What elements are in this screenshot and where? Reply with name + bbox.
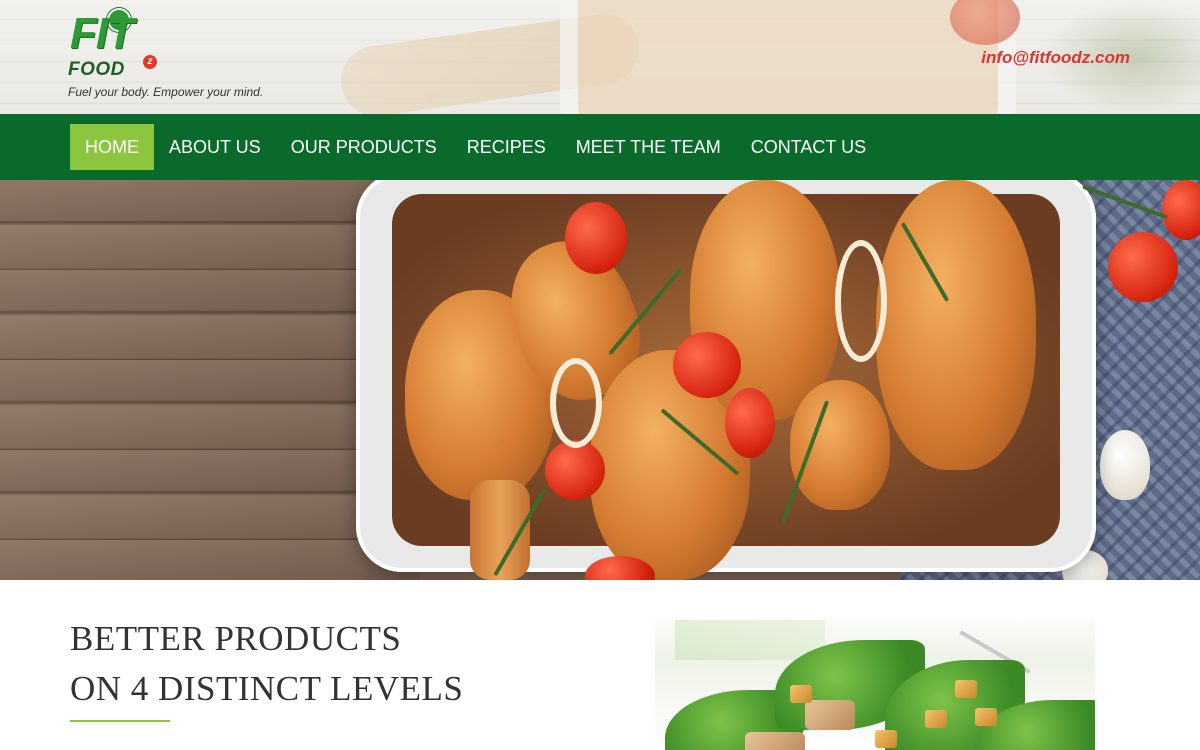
crouton	[790, 685, 812, 703]
contact-email-link[interactable]: info@fitfoodz.com	[981, 48, 1130, 68]
crouton	[875, 730, 897, 748]
section-headline: BETTER PRODUCTS ON 4 DISTINCT LEVELS	[70, 614, 463, 714]
nav-list: HOME ABOUT US OUR PRODUCTS RECIPES MEET …	[70, 124, 881, 170]
chicken-drumstick	[790, 380, 890, 510]
cherry-tomato	[725, 388, 775, 458]
nav-item-contact-us[interactable]: CONTACT US	[736, 124, 881, 170]
crouton	[955, 680, 977, 698]
logo-superscript: z	[143, 55, 157, 69]
chicken-drumstick	[876, 180, 1036, 470]
nav-item-recipes[interactable]: RECIPES	[452, 124, 561, 170]
intro-section: BETTER PRODUCTS ON 4 DISTINCT LEVELS	[0, 580, 1200, 750]
logo-tagline: Fuel your body. Empower your mind.	[68, 85, 264, 99]
site-header: FIT FOOD z Fuel your body. Empower your …	[0, 0, 1200, 114]
nav-item-about-us[interactable]: ABOUT US	[154, 124, 276, 170]
onion-ring	[835, 240, 887, 362]
chicken-piece	[745, 732, 805, 750]
crouton	[975, 708, 997, 726]
header-dish-decoration	[560, 0, 1016, 114]
garlic-clove	[1100, 430, 1150, 500]
headline-line-2: ON 4 DISTINCT LEVELS	[70, 669, 464, 708]
headline-divider	[70, 720, 170, 722]
cherry-tomato	[565, 202, 627, 274]
onion-ring	[550, 358, 602, 448]
cherry-tomato	[673, 332, 741, 398]
nav-item-meet-the-team[interactable]: MEET THE TEAM	[561, 124, 736, 170]
main-navigation: HOME ABOUT US OUR PRODUCTS RECIPES MEET …	[0, 114, 1200, 180]
chicken-piece	[805, 700, 855, 730]
nav-item-home[interactable]: HOME	[70, 124, 154, 170]
site-logo[interactable]: FIT FOOD z Fuel your body. Empower your …	[68, 8, 278, 102]
cherry-tomato	[545, 440, 605, 500]
hero-banner-image	[0, 180, 1200, 580]
headline-line-1: BETTER PRODUCTS	[70, 619, 402, 658]
salad-image	[655, 620, 1095, 750]
loose-tomato	[1108, 232, 1178, 302]
logo-word-food: FOOD	[68, 59, 125, 80]
nav-item-our-products[interactable]: OUR PRODUCTS	[276, 124, 452, 170]
logo-word-fit: FIT	[70, 9, 134, 58]
crouton	[925, 710, 947, 728]
